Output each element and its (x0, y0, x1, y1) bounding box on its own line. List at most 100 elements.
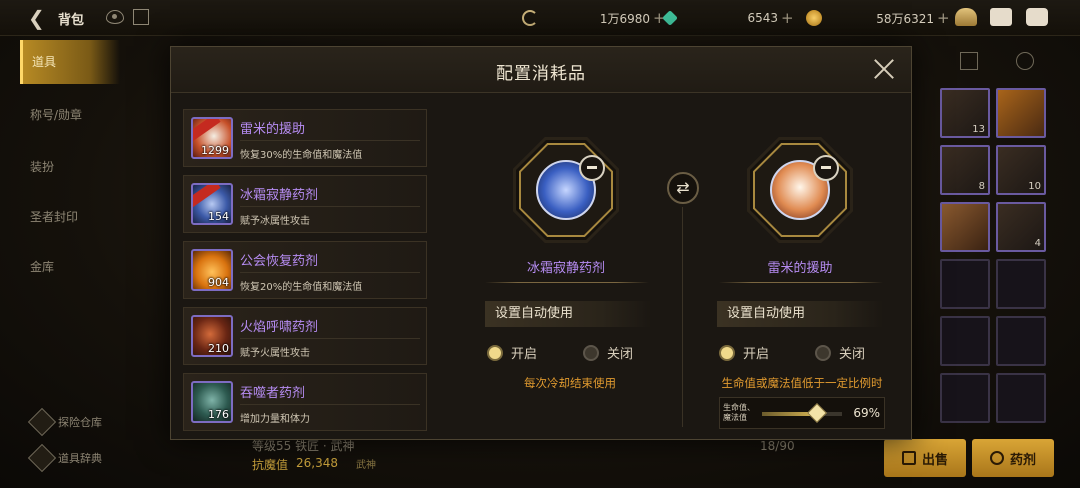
item-description: 恢复20%的生命值和魔法值 (240, 282, 363, 293)
configure-consumables-dialog: 配置消耗品 1299 雷米的援助 恢复30%的生命值和魔法值 154 冰霜寂静药… (170, 46, 912, 440)
inventory-slot[interactable] (940, 259, 990, 309)
auto-use-note: 每次冷却结束使用 (524, 376, 616, 390)
auto-use-off-radio[interactable]: 关闭 (583, 343, 633, 362)
swap-icon: ⇄ (676, 178, 690, 197)
list-item[interactable]: 210 火焰呼啸药剂 赋予火属性攻击 (183, 307, 427, 365)
remove-slot-button[interactable] (813, 155, 839, 181)
mail-icon[interactable] (990, 8, 1012, 26)
page-title: 背包 (58, 13, 85, 28)
item-quantity: 176 (208, 408, 229, 421)
inventory-slot[interactable] (996, 259, 1046, 309)
swap-slots-button[interactable]: ⇄ (667, 172, 699, 204)
nav-item-titles[interactable]: 称号/勋章 (30, 106, 82, 123)
radio-label: 开启 (511, 347, 538, 362)
add-currency-button[interactable]: + (781, 9, 794, 27)
radio-label: 关闭 (607, 347, 634, 362)
dictionary-icon (27, 443, 57, 473)
item-description: 恢复30%的生命值和魔法值 (240, 150, 363, 161)
dialog-header: 配置消耗品 (171, 47, 911, 93)
favorite-star-icon[interactable] (1016, 52, 1034, 70)
item-name: 冰霜寂静药剂 (240, 188, 319, 203)
potion-label: 药剂 (1009, 452, 1036, 468)
inventory-slot[interactable] (940, 373, 990, 423)
explore-storage-label: 探险仓库 (58, 416, 102, 429)
radio-unselected-icon (815, 344, 831, 361)
item-name: 火焰呼啸药剂 (240, 320, 319, 335)
currency-moon: 1万6980 + (522, 9, 666, 27)
inventory-slot[interactable]: 4 (996, 202, 1046, 252)
inventory-slot[interactable] (940, 202, 990, 252)
gold-currency-icon (806, 10, 822, 26)
list-item[interactable]: 904 公会恢复药剂 恢复20%的生命值和魔法值 (183, 241, 427, 299)
item-description: 增加力量和体力 (240, 414, 310, 425)
item-name: 雷米的援助 (240, 122, 306, 137)
ribbon-icon (193, 119, 221, 143)
threshold-slider: 生命值、魔法值 69% (719, 397, 885, 429)
item-name: 公会恢复药剂 (240, 254, 319, 269)
item-description: 赋予冰属性攻击 (240, 216, 310, 227)
item-dictionary-label: 道具辞典 (58, 452, 102, 465)
nav-item-seal[interactable]: 圣者封印 (30, 208, 78, 225)
nav-item-vault[interactable]: 金库 (30, 258, 54, 275)
currency-value: 58万6321 (876, 11, 934, 26)
inventory-slot[interactable]: 13 (940, 88, 990, 138)
radio-selected-icon (487, 344, 503, 361)
gem-currency-icon (662, 10, 678, 26)
slot-divider (682, 207, 683, 427)
power-label: 抗魔值 (252, 458, 289, 472)
back-arrow-icon[interactable]: ❮ (28, 7, 50, 29)
nav-item-items[interactable]: 道具 (20, 40, 120, 84)
currency-value: 6543 (747, 11, 778, 25)
chat-icon[interactable] (1026, 8, 1048, 26)
radio-label: 开启 (743, 347, 770, 362)
threshold-label: 生命值、魔法值 (723, 403, 755, 422)
inventory-filter-icon[interactable] (960, 52, 978, 70)
inventory-slot[interactable] (996, 373, 1046, 423)
eye-icon[interactable] (106, 10, 124, 24)
dialog-title: 配置消耗品 (496, 64, 586, 84)
radio-unselected-icon (583, 344, 599, 361)
radio-selected-icon (719, 344, 735, 361)
power-value: 26,348 (296, 456, 338, 470)
inventory-slot[interactable] (996, 316, 1046, 366)
guild-potion-icon: 904 (191, 249, 233, 291)
item-quantity: 210 (208, 342, 229, 355)
item-description: 赋予火属性攻击 (240, 348, 310, 359)
grid-icon[interactable] (133, 9, 149, 25)
item-name: 吞噬者药剂 (240, 386, 306, 401)
list-item[interactable]: 154 冰霜寂静药剂 赋予冰属性攻击 (183, 175, 427, 233)
item-quantity: 904 (208, 276, 229, 289)
potion-button[interactable]: 药剂 (972, 439, 1054, 477)
ribbon-icon (193, 185, 221, 209)
sell-label: 出售 (921, 452, 948, 468)
explore-storage-button[interactable]: 探险仓库 (27, 407, 102, 437)
storage-icon (27, 407, 57, 437)
auto-use-on-radio[interactable]: 开启 (487, 343, 537, 362)
auto-use-on-radio[interactable]: 开启 (719, 343, 769, 362)
sell-button[interactable]: 出售 (884, 439, 966, 477)
inventory-slot[interactable] (996, 88, 1046, 138)
close-icon[interactable] (873, 58, 895, 80)
item-dictionary-button[interactable]: 道具辞典 (27, 443, 102, 473)
inventory-slot[interactable] (940, 316, 990, 366)
add-currency-button[interactable]: + (937, 9, 950, 27)
fire-potion-icon: 210 (191, 315, 233, 357)
frost-potion-icon: 154 (191, 183, 233, 225)
auto-use-off-radio[interactable]: 关闭 (815, 343, 865, 362)
item-quantity: 154 (208, 210, 229, 223)
list-item[interactable]: 1299 雷米的援助 恢复30%的生命值和魔法值 (183, 109, 427, 167)
helping-hand-icon: 1299 (191, 117, 233, 159)
currency-value: 1万6980 (599, 11, 650, 26)
auto-use-header: 设置自动使用 (485, 301, 651, 327)
item-quantity: 1299 (201, 144, 229, 157)
list-item[interactable]: 176 吞噬者药剂 增加力量和体力 (183, 373, 427, 431)
nav-item-avatar[interactable]: 装扮 (30, 158, 54, 175)
inventory-slot[interactable]: 8 (940, 145, 990, 195)
inventory-slot[interactable]: 10 (996, 145, 1046, 195)
auto-use-header: 设置自动使用 (717, 301, 883, 327)
radio-label: 关闭 (839, 347, 866, 362)
remove-slot-button[interactable] (579, 155, 605, 181)
threshold-track[interactable] (762, 403, 842, 423)
shop-icon[interactable] (955, 8, 977, 26)
threshold-handle[interactable] (807, 403, 828, 423)
